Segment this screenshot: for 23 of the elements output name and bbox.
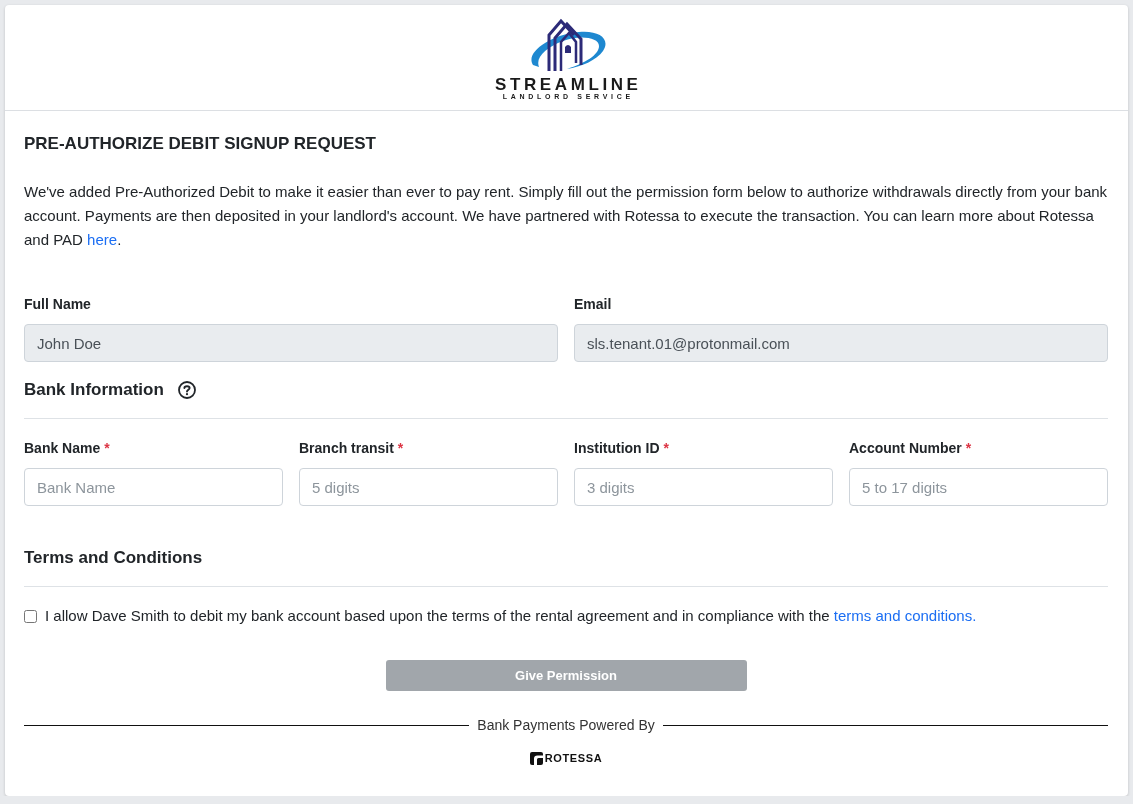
section-heading: Terms and Conditions <box>24 547 203 569</box>
field-label: Branch transit * <box>299 439 405 458</box>
consent-checkbox[interactable] <box>24 609 37 623</box>
help-icon[interactable] <box>177 381 196 399</box>
input-field[interactable]: 5 digits <box>299 468 558 506</box>
input-field[interactable]: 5 to 17 digits <box>849 468 1108 506</box>
here-link[interactable]: here <box>87 231 118 248</box>
field-label: Account Number * <box>849 439 973 458</box>
powered-by-caption: Bank Payments Powered By <box>477 716 655 735</box>
logo-name: STREAMLINE <box>495 77 642 93</box>
intro-paragraph: We've added Pre-Authorized Debit to make it easier than ever to pay rent. Simply fill out the permission form below to authorize withdrawals directly from your bank account. Payments are then deposited in your landlord's account. We have partnered with Rotessa to execute the transaction. You can learn more about Rotessa and PAD here. <box>24 182 1108 250</box>
brand-name: ROTESSA <box>544 752 603 765</box>
input-field[interactable]: 3 digits <box>574 468 833 506</box>
brand-logo-icon <box>529 752 543 765</box>
field-label: Bank Name * <box>24 439 111 458</box>
field-label: Email <box>574 295 613 314</box>
page-title: PRE-AUTHORIZE DEBIT SIGNUP REQUEST <box>24 133 377 155</box>
input-field[interactable]: Bank Name <box>24 468 283 506</box>
terms-link[interactable]: terms and conditions. <box>833 607 977 624</box>
section-heading: Bank Information <box>24 379 164 401</box>
consent-text: I allow Dave Smith to debit my bank account based upon the terms of the rental agreement and in compliance with the terms and conditions. <box>45 606 977 626</box>
field-label: Institution ID * <box>574 439 670 458</box>
field-label: Full Name <box>24 295 92 314</box>
